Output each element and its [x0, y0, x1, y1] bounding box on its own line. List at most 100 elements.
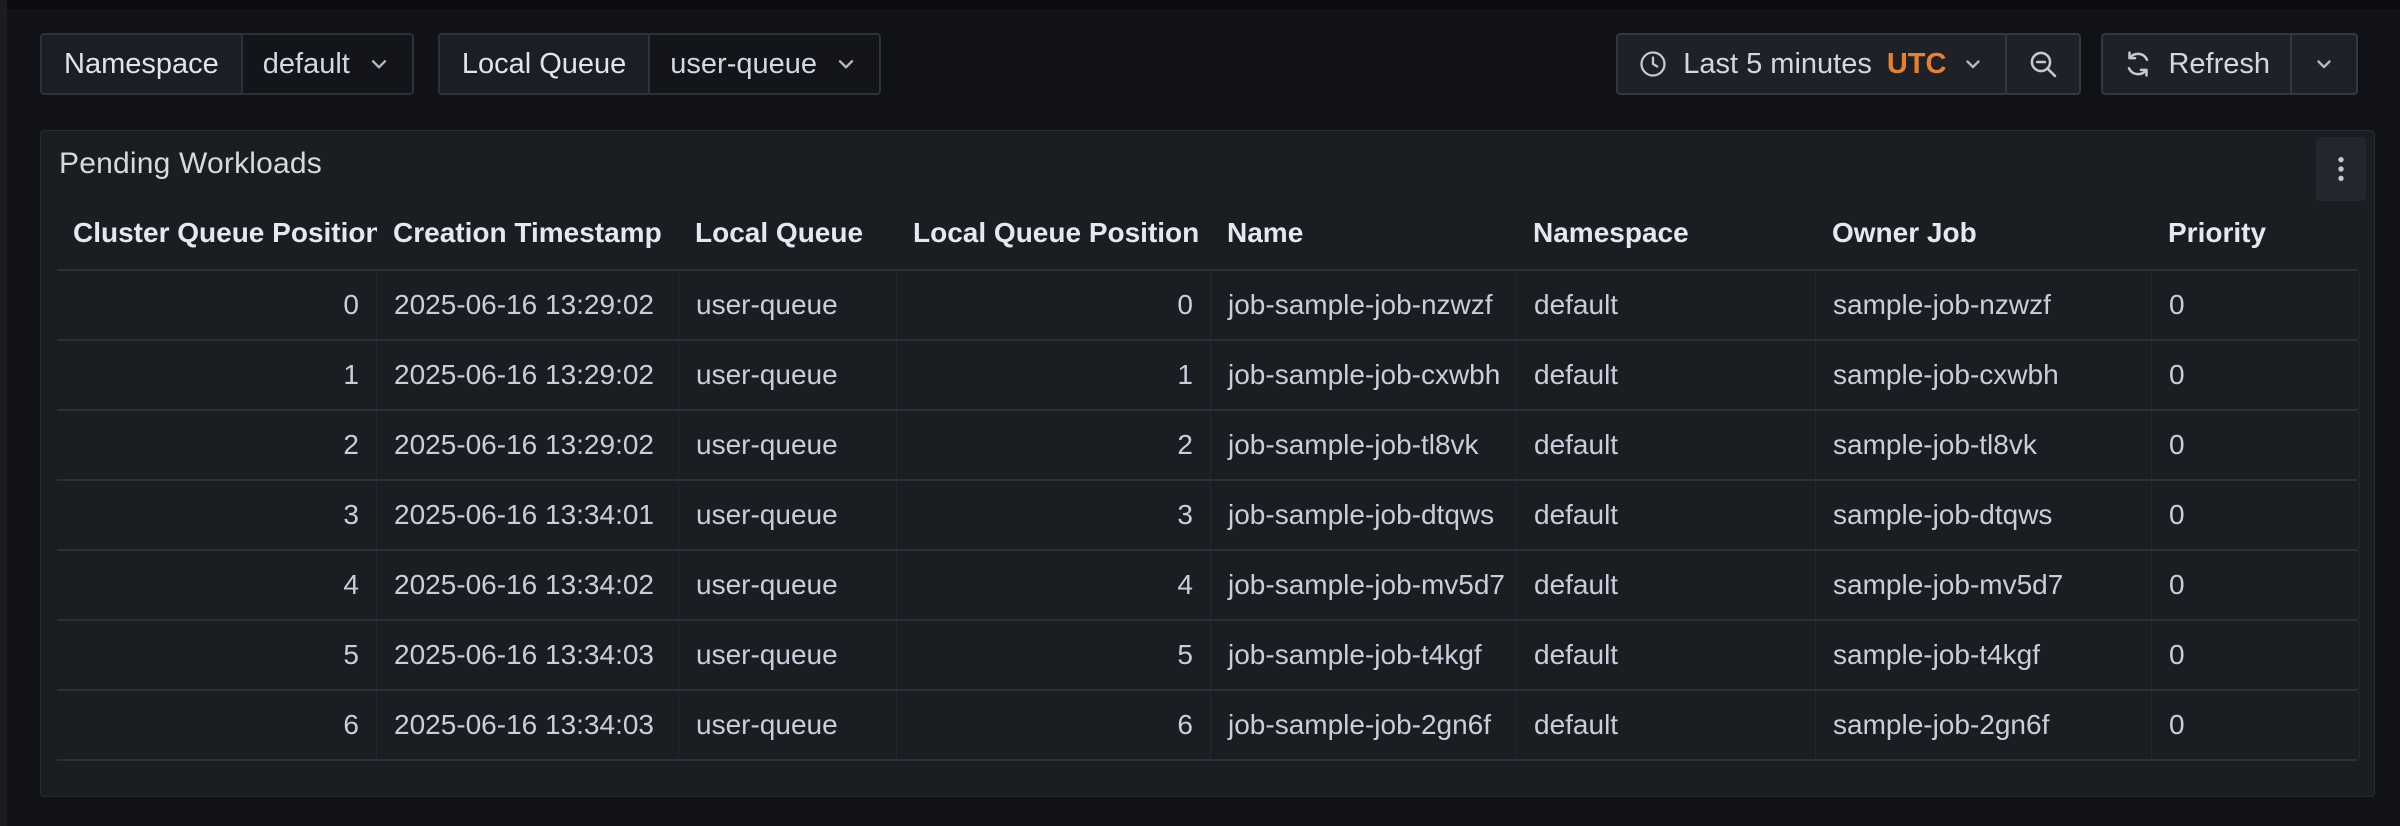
clock-icon — [1638, 49, 1668, 79]
dashboard-toolbar: Namespace default Local Queue user-queue — [40, 33, 2358, 95]
zoom-out-button[interactable] — [2005, 35, 2079, 93]
cell-namespace: default — [1517, 691, 1816, 759]
cell-local_queue: user-queue — [679, 341, 897, 409]
cell-local_queue: user-queue — [679, 271, 897, 339]
cell-cluster_queue_position: 1 — [57, 341, 377, 409]
localqueue-variable: Local Queue user-queue — [438, 33, 881, 95]
time-range-picker[interactable]: Last 5 minutes UTC — [1618, 35, 2005, 93]
cell-namespace: default — [1517, 411, 1816, 479]
localqueue-variable-label: Local Queue — [440, 35, 650, 93]
column-header-priority[interactable]: Priority — [2152, 197, 2360, 269]
column-header-namespace[interactable]: Namespace — [1517, 197, 1816, 269]
variable-controls: Namespace default Local Queue user-queue — [40, 33, 881, 95]
localqueue-variable-value: user-queue — [670, 48, 817, 81]
cell-creation_timestamp: 2025-06-16 13:34:03 — [377, 691, 679, 759]
refresh-button[interactable]: Refresh — [2103, 35, 2290, 93]
window-left-edge — [0, 0, 7, 826]
refresh-label: Refresh — [2168, 48, 2270, 81]
cell-creation_timestamp: 2025-06-16 13:34:01 — [377, 481, 679, 549]
cell-priority: 0 — [2152, 411, 2360, 479]
table-body: 02025-06-16 13:29:02user-queue0job-sampl… — [57, 269, 2358, 761]
column-header-owner_job[interactable]: Owner Job — [1816, 197, 2152, 269]
table-row: 02025-06-16 13:29:02user-queue0job-sampl… — [57, 271, 2358, 341]
column-header-local_queue_position[interactable]: Local Queue Position — [897, 197, 1211, 269]
timezone-label: UTC — [1887, 48, 1947, 81]
chevron-down-icon — [2312, 52, 2336, 76]
column-header-local_queue[interactable]: Local Queue — [679, 197, 897, 269]
table-header-row: Cluster Queue PositionCreation Timestamp… — [57, 197, 2358, 269]
cell-local_queue_position: 4 — [897, 551, 1211, 619]
cell-name: job-sample-job-nzwzf — [1211, 271, 1517, 339]
cell-cluster_queue_position: 3 — [57, 481, 377, 549]
cell-priority: 0 — [2152, 551, 2360, 619]
column-header-name[interactable]: Name — [1211, 197, 1517, 269]
cell-local_queue_position: 2 — [897, 411, 1211, 479]
cell-name: job-sample-job-mv5d7 — [1211, 551, 1517, 619]
cell-cluster_queue_position: 2 — [57, 411, 377, 479]
time-picker-group: Last 5 minutes UTC — [1616, 33, 2081, 95]
cell-priority: 0 — [2152, 691, 2360, 759]
namespace-variable-label: Namespace — [42, 35, 243, 93]
panel-title: Pending Workloads — [59, 147, 322, 181]
cell-cluster_queue_position: 0 — [57, 271, 377, 339]
workloads-table: Cluster Queue PositionCreation Timestamp… — [41, 197, 2374, 761]
cell-owner_job: sample-job-tl8vk — [1816, 411, 2152, 479]
cell-name: job-sample-job-t4kgf — [1211, 621, 1517, 689]
cell-creation_timestamp: 2025-06-16 13:34:03 — [377, 621, 679, 689]
localqueue-variable-dropdown[interactable]: user-queue — [650, 35, 879, 93]
cell-owner_job: sample-job-nzwzf — [1816, 271, 2152, 339]
table-row: 42025-06-16 13:34:02user-queue4job-sampl… — [57, 551, 2358, 621]
refresh-group: Refresh — [2101, 33, 2358, 95]
cell-name: job-sample-job-cxwbh — [1211, 341, 1517, 409]
cell-name: job-sample-job-tl8vk — [1211, 411, 1517, 479]
cell-namespace: default — [1517, 481, 1816, 549]
panel-header: Pending Workloads — [41, 131, 2374, 197]
chevron-down-icon — [833, 51, 859, 77]
cell-owner_job: sample-job-t4kgf — [1816, 621, 2152, 689]
cell-owner_job: sample-job-mv5d7 — [1816, 551, 2152, 619]
pending-workloads-panel: Pending Workloads Cluster Queue Position… — [40, 130, 2375, 797]
cell-local_queue_position: 0 — [897, 271, 1211, 339]
namespace-variable: Namespace default — [40, 33, 414, 95]
window-top-edge — [0, 0, 2400, 9]
cell-local_queue: user-queue — [679, 411, 897, 479]
table-row: 62025-06-16 13:34:03user-queue6job-sampl… — [57, 691, 2358, 761]
chevron-down-icon — [366, 51, 392, 77]
cell-name: job-sample-job-2gn6f — [1211, 691, 1517, 759]
cell-creation_timestamp: 2025-06-16 13:29:02 — [377, 341, 679, 409]
cell-local_queue: user-queue — [679, 621, 897, 689]
cell-cluster_queue_position: 6 — [57, 691, 377, 759]
cell-name: job-sample-job-dtqws — [1211, 481, 1517, 549]
kebab-menu-icon — [2324, 152, 2358, 186]
cell-namespace: default — [1517, 271, 1816, 339]
column-header-creation_timestamp[interactable]: Creation Timestamp — [377, 197, 679, 269]
cell-local_queue: user-queue — [679, 551, 897, 619]
namespace-variable-dropdown[interactable]: default — [243, 35, 412, 93]
cell-local_queue: user-queue — [679, 481, 897, 549]
cell-namespace: default — [1517, 341, 1816, 409]
cell-priority: 0 — [2152, 481, 2360, 549]
cell-cluster_queue_position: 5 — [57, 621, 377, 689]
table-row: 12025-06-16 13:29:02user-queue1job-sampl… — [57, 341, 2358, 411]
panel-menu-button[interactable] — [2316, 137, 2366, 201]
cell-local_queue_position: 5 — [897, 621, 1211, 689]
magnifier-zoom-out-icon — [2027, 48, 2059, 80]
cell-local_queue_position: 1 — [897, 341, 1211, 409]
cell-priority: 0 — [2152, 621, 2360, 689]
cell-owner_job: sample-job-dtqws — [1816, 481, 2152, 549]
namespace-variable-value: default — [263, 48, 350, 81]
chevron-down-icon — [1961, 52, 1985, 76]
cell-creation_timestamp: 2025-06-16 13:29:02 — [377, 271, 679, 339]
cell-creation_timestamp: 2025-06-16 13:34:02 — [377, 551, 679, 619]
cell-local_queue_position: 6 — [897, 691, 1211, 759]
cell-priority: 0 — [2152, 341, 2360, 409]
table-row: 32025-06-16 13:34:01user-queue3job-sampl… — [57, 481, 2358, 551]
column-header-cluster_queue_position[interactable]: Cluster Queue Position — [57, 197, 377, 269]
refresh-interval-dropdown[interactable] — [2290, 35, 2356, 93]
table-row: 22025-06-16 13:29:02user-queue2job-sampl… — [57, 411, 2358, 481]
cell-priority: 0 — [2152, 271, 2360, 339]
time-range-label: Last 5 minutes — [1683, 48, 1872, 81]
cell-local_queue_position: 3 — [897, 481, 1211, 549]
cell-local_queue: user-queue — [679, 691, 897, 759]
refresh-icon — [2123, 49, 2153, 79]
